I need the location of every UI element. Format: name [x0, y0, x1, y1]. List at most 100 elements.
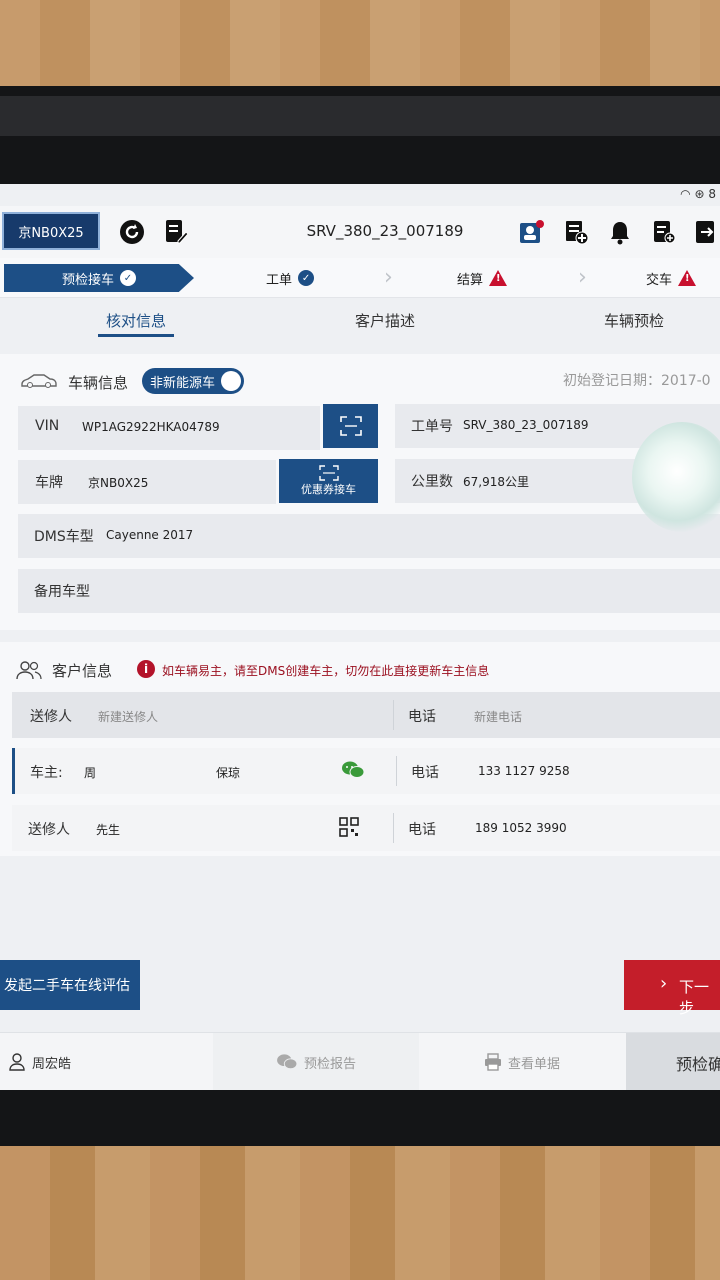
plate-value: 京NB0X25: [88, 476, 149, 490]
used-car-evaluation-button[interactable]: 发起二手车在线评估: [0, 960, 140, 1010]
plate-label: 车牌: [35, 475, 63, 491]
dms-model-value: Cayenne 2017: [106, 528, 194, 542]
wifi-icon: ◠: [680, 187, 691, 201]
column-divider: [393, 813, 394, 843]
step-label: 结算: [457, 272, 484, 288]
next-step-label: 下一步: [679, 978, 710, 1017]
progress-steps: 预检接车 ✓ 工单 ✓ › 结算 ! › 交车 !: [0, 258, 720, 298]
owner-change-notice: 如车辆易主，请至DMS创建车主，切勿在此直接更新车主信息: [162, 664, 490, 678]
mileage-value: 67,918公里: [463, 475, 529, 489]
documents-label: 查看单据: [508, 1056, 561, 1072]
scan-icon: [318, 465, 339, 481]
sender-phone: 189 1052 3990: [475, 821, 567, 835]
phone-label: 电话: [411, 765, 439, 781]
chevron-right-icon: ›: [384, 265, 393, 290]
order-number-title: SRV_380_23_007189: [306, 222, 464, 240]
user-name: 周宏皓: [32, 1056, 72, 1072]
tablet-bezel-edge: [0, 96, 720, 136]
report-label: 预检报告: [304, 1056, 357, 1072]
edit-document-icon[interactable]: [162, 218, 190, 246]
energy-type-toggle[interactable]: 非新能源车: [142, 368, 244, 394]
sender-name: 先生: [96, 823, 121, 837]
current-stage-label: 预检确: [676, 1055, 720, 1074]
current-user[interactable]: 周宏皓: [8, 1033, 71, 1090]
battery-icon: ⊛: [694, 187, 705, 201]
car-icon: [20, 372, 58, 392]
scan-vin-button[interactable]: [323, 404, 378, 448]
role-label: 送修人: [28, 822, 70, 838]
new-phone-input[interactable]: 新建电话: [474, 708, 522, 725]
owner-name: 周: [84, 766, 97, 780]
backup-model-field[interactable]: [18, 569, 720, 613]
tab-bar: 核对信息 客户描述 车辆预检: [0, 298, 720, 344]
warning-icon: !: [489, 270, 508, 286]
owner-phone: 133 1127 9258: [478, 764, 570, 778]
step-delivery[interactable]: 交车 !: [646, 264, 697, 292]
info-alert-icon: i: [137, 660, 155, 678]
work-order-value: SRV_380_23_007189: [463, 418, 589, 432]
customer-info-title: 客户信息: [52, 662, 113, 680]
toggle-label: 非新能源车: [150, 375, 216, 391]
table-row: 送修人 新建送修人 电话 新建电话: [12, 692, 720, 738]
check-icon: ✓: [298, 270, 315, 286]
step-precheck[interactable]: 预检接车 ✓: [4, 264, 194, 292]
scan-icon: [339, 416, 362, 436]
people-icon: [16, 660, 42, 684]
next-step-button[interactable]: › 下一步: [624, 960, 720, 1017]
add-record-icon[interactable]: [562, 218, 590, 246]
user-icon: [9, 1053, 25, 1071]
column-divider: [393, 700, 394, 730]
role-label: 送修人: [30, 709, 72, 725]
step-workorder[interactable]: 工单 ✓: [266, 264, 315, 292]
status-icons: ◠ ⊛ 8: [680, 187, 716, 201]
bell-icon[interactable]: [606, 218, 634, 246]
battery-level: 8: [708, 187, 716, 201]
wechat-icon[interactable]: [341, 760, 365, 784]
column-divider: [396, 756, 397, 786]
status-bar: ◠ ⊛ 8: [0, 184, 720, 206]
vehicle-info-title: 车辆信息: [68, 374, 129, 392]
chevron-right-icon: ›: [578, 265, 587, 290]
top-toolbar: 京NB0X25 SRV_380_23_007189: [0, 206, 720, 258]
new-document-icon[interactable]: [650, 218, 678, 246]
dms-model-label: DMS车型: [34, 529, 94, 545]
work-order-label: 工单号: [411, 419, 453, 435]
precheck-report-button[interactable]: 预检报告: [276, 1033, 356, 1090]
step-settlement[interactable]: 结算 !: [457, 264, 508, 292]
desk-background-bottom: [0, 1146, 720, 1280]
step-label: 交车: [646, 272, 673, 288]
check-icon: ✓: [120, 270, 136, 286]
view-documents-button[interactable]: 查看单据: [484, 1033, 560, 1090]
refresh-icon[interactable]: [118, 218, 146, 246]
table-row[interactable]: 送修人 先生 电话 189 1052 3990: [12, 805, 720, 851]
logout-icon[interactable]: [692, 218, 720, 246]
registration-date: 初始登记日期：2017-0: [563, 373, 711, 389]
qr-code-icon[interactable]: [339, 817, 359, 841]
table-row[interactable]: 车主: 周 保琼 电话 133 1127 9258: [12, 748, 720, 794]
new-sender-input[interactable]: 新建送修人: [98, 708, 158, 725]
coupon-button-label: 优惠券接车: [301, 483, 356, 496]
phone-label: 电话: [408, 709, 436, 725]
vin-value: WP1AG2922HKA04789: [82, 420, 220, 434]
tab-vehicle-precheck[interactable]: 车辆预检: [604, 310, 664, 331]
phone-label: 电话: [408, 822, 436, 838]
owner-name-suffix: 保琼: [216, 766, 241, 780]
coupon-checkin-button[interactable]: 优惠券接车: [279, 459, 378, 503]
wechat-icon: [277, 1054, 298, 1070]
step-label: 预检接车: [61, 272, 114, 288]
customer-info-card: 客户信息 i 如车辆易主，请至DMS创建车主，切勿在此直接更新车主信息 送修人 …: [0, 642, 720, 856]
vin-label: VIN: [35, 418, 60, 434]
current-stage-cell[interactable]: 预检确: [626, 1033, 720, 1090]
toggle-knob: [221, 371, 241, 391]
role-label: 车主:: [30, 765, 63, 781]
user-badge-icon[interactable]: [518, 218, 546, 246]
tablet-screen: ◠ ⊛ 8 京NB0X25 SRV_380_23_007189 预检接车 ✓ 工…: [0, 184, 720, 1090]
bottom-bar: 周宏皓 预检报告 查看单据 预检确: [0, 1032, 720, 1090]
step-label: 工单: [266, 272, 293, 288]
mileage-label: 公里数: [411, 474, 453, 490]
tab-verify-info[interactable]: 核对信息: [106, 310, 166, 331]
printer-icon: [485, 1053, 501, 1071]
backup-model-label: 备用车型: [34, 584, 90, 600]
plate-button[interactable]: 京NB0X25: [2, 212, 100, 250]
tab-customer-description[interactable]: 客户描述: [355, 310, 415, 331]
